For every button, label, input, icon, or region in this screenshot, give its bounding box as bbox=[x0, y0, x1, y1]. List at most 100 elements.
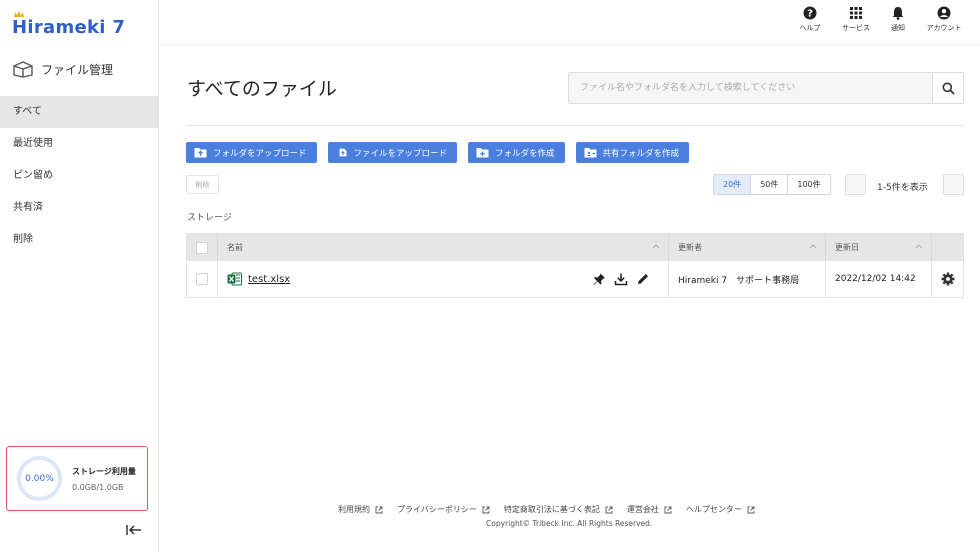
collapse-sidebar-icon[interactable] bbox=[126, 523, 142, 537]
search-box bbox=[568, 72, 964, 104]
gear-icon[interactable] bbox=[941, 272, 955, 286]
sidebar-item-all[interactable]: すべて bbox=[0, 96, 158, 128]
row-updated-at-cell: 2022/12/02 14:42 bbox=[826, 261, 932, 297]
external-link-icon bbox=[375, 506, 383, 513]
logo[interactable]: Hirameki 7 bbox=[12, 11, 126, 40]
footer-link-terms-label: 利用規約 bbox=[338, 505, 370, 514]
row-name-cell: test.xlsx bbox=[218, 261, 669, 297]
create-folder-button[interactable]: フォルダを作成 bbox=[468, 142, 565, 163]
header-name-label: 名前 bbox=[227, 243, 243, 252]
storage-label: ストレージ利用量 bbox=[72, 466, 136, 476]
create-folder-label: フォルダを作成 bbox=[495, 148, 555, 159]
box-icon bbox=[13, 61, 33, 78]
action-buttons: フォルダをアップロード ファイルをアップロード フォルダを作成 共有フォルダを作… bbox=[186, 142, 690, 163]
services-label: サービス bbox=[842, 24, 870, 32]
download-icon[interactable] bbox=[614, 272, 628, 286]
help-icon: ? bbox=[803, 6, 817, 20]
account-icon bbox=[937, 6, 951, 20]
external-link-icon bbox=[747, 506, 755, 513]
sort-icon bbox=[915, 244, 923, 249]
file-table: 名前 更新者 更新日 test.xlsx Hirameki 7 サポート事務局 … bbox=[186, 233, 964, 298]
footer-links: 利用規約 プライバシーポリシー 特定商取引法に基づく表記 運営会社 ヘルプセンタ… bbox=[338, 504, 755, 515]
upload-file-button[interactable]: ファイルをアップロード bbox=[327, 142, 458, 163]
bell-icon bbox=[892, 7, 904, 20]
upload-file-label: ファイルをアップロード bbox=[353, 148, 448, 159]
select-all-checkbox[interactable] bbox=[196, 241, 208, 254]
services-button[interactable]: サービス bbox=[838, 6, 874, 33]
sort-icon bbox=[652, 244, 660, 249]
upload-folder-label: フォルダをアップロード bbox=[213, 148, 307, 159]
table-header: 名前 更新者 更新日 bbox=[187, 234, 963, 261]
file-name-link[interactable]: test.xlsx bbox=[248, 274, 290, 285]
page-size-50[interactable]: 50件 bbox=[751, 175, 789, 194]
pin-icon[interactable] bbox=[592, 272, 606, 286]
header-select-cell bbox=[187, 234, 218, 261]
footer-link-company-label: 運営会社 bbox=[626, 505, 659, 514]
account-button[interactable]: アカウント bbox=[922, 6, 966, 33]
page-info: 1-5件を表示 bbox=[877, 183, 928, 193]
help-button[interactable]: ? ヘルプ bbox=[792, 6, 828, 33]
excel-file-icon bbox=[227, 272, 242, 286]
notifications-label: 通知 bbox=[891, 24, 905, 32]
page-size-100[interactable]: 100件 bbox=[788, 175, 829, 194]
shared-folder-icon bbox=[584, 148, 597, 158]
footer-link-commerce[interactable]: 特定商取引法に基づく表記 bbox=[504, 504, 613, 515]
footer-link-help-center[interactable]: ヘルプセンター bbox=[686, 504, 755, 515]
header-updater[interactable]: 更新者 bbox=[669, 234, 826, 261]
breadcrumb: ストレージ bbox=[187, 213, 232, 223]
folder-upload-icon bbox=[194, 148, 207, 158]
sidebar-item-shared[interactable]: 共有済 bbox=[0, 192, 158, 224]
create-shared-folder-label: 共有フォルダを作成 bbox=[602, 148, 680, 159]
storage-ring: 0.00% bbox=[17, 456, 62, 501]
top-icons: ? ヘルプ サービス 通知 アカウント bbox=[792, 6, 966, 33]
page-title: すべてのファイル bbox=[187, 78, 337, 100]
row-updater-cell: Hirameki 7 サポート事務局 bbox=[669, 261, 826, 297]
row-settings-cell bbox=[932, 261, 963, 297]
footer-link-company[interactable]: 運営会社 bbox=[627, 504, 672, 515]
account-label: アカウント bbox=[926, 24, 962, 32]
file-upload-icon bbox=[339, 148, 346, 157]
folder-add-icon bbox=[476, 148, 489, 158]
next-page-button[interactable] bbox=[943, 174, 964, 195]
row-checkbox[interactable] bbox=[196, 273, 208, 285]
sidebar: Hirameki 7 ファイル管理 すべて 最近使用 ピン留め 共有済 削除 0… bbox=[0, 0, 159, 551]
header-name[interactable]: 名前 bbox=[218, 234, 669, 261]
edit-icon[interactable] bbox=[636, 272, 650, 286]
external-link-icon bbox=[664, 506, 672, 513]
search-button[interactable] bbox=[932, 73, 963, 103]
header-updater-label: 更新者 bbox=[678, 243, 702, 252]
footer-link-privacy[interactable]: プライバシーポリシー bbox=[397, 504, 490, 515]
prev-page-button[interactable] bbox=[845, 174, 866, 195]
section-title-label: ファイル管理 bbox=[41, 62, 114, 77]
footer-link-privacy-label: プライバシーポリシー bbox=[397, 505, 477, 514]
storage-usage-panel: 0.00% ストレージ利用量 0.0GB/1.0GB bbox=[6, 446, 148, 511]
sidebar-item-deleted[interactable]: 削除 bbox=[0, 224, 158, 256]
sidebar-item-recent[interactable]: 最近使用 bbox=[0, 128, 158, 160]
external-link-icon bbox=[482, 506, 490, 513]
storage-used: 0.0GB/1.0GB bbox=[72, 482, 124, 492]
table-row[interactable]: test.xlsx Hirameki 7 サポート事務局 2022/12/02 … bbox=[187, 261, 963, 297]
help-label: ヘルプ bbox=[799, 24, 821, 32]
footer-link-terms[interactable]: 利用規約 bbox=[338, 504, 383, 515]
logo-text: Hirameki 7 bbox=[12, 16, 126, 38]
header-settings-cell bbox=[932, 234, 963, 261]
search-icon bbox=[942, 82, 955, 95]
footer-link-commerce-label: 特定商取引法に基づく表記 bbox=[503, 505, 600, 514]
app-root: Hirameki 7 ファイル管理 すべて 最近使用 ピン留め 共有済 削除 0… bbox=[0, 0, 980, 551]
delete-button[interactable]: 削除 bbox=[186, 175, 219, 194]
row-updater: Hirameki 7 サポート事務局 bbox=[678, 275, 800, 286]
sidebar-item-pinned[interactable]: ピン留め bbox=[0, 160, 158, 192]
divider bbox=[186, 125, 964, 126]
search-input[interactable] bbox=[569, 73, 932, 103]
header-updated-at[interactable]: 更新日 bbox=[826, 234, 932, 261]
copyright: Copyright© Tribeck Inc. All Rights Reser… bbox=[486, 519, 653, 528]
row-updated-at: 2022/12/02 14:42 bbox=[835, 274, 916, 284]
sort-icon bbox=[809, 244, 817, 249]
upload-folder-button[interactable]: フォルダをアップロード bbox=[186, 142, 317, 163]
create-shared-folder-button[interactable]: 共有フォルダを作成 bbox=[575, 142, 690, 163]
section-title: ファイル管理 bbox=[12, 60, 113, 78]
top-bar: ? ヘルプ サービス 通知 アカウント bbox=[159, 0, 980, 45]
page-size-20[interactable]: 20件 bbox=[714, 175, 752, 194]
footer-link-help-center-label: ヘルプセンター bbox=[685, 505, 742, 514]
notifications-button[interactable]: 通知 bbox=[884, 6, 912, 33]
